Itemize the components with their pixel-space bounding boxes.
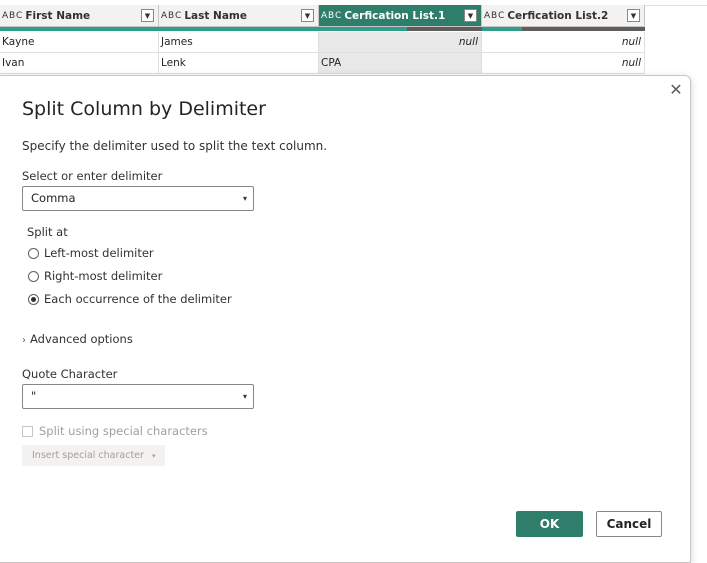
split-at-label: Split at: [27, 225, 68, 239]
text-type-icon[interactable]: A B C: [484, 11, 504, 21]
column-header[interactable]: A B C Last Name ▼: [159, 5, 319, 27]
column-header[interactable]: A B C Cerfication List.2 ▼: [482, 5, 645, 27]
advanced-options-label: Advanced options: [30, 332, 133, 346]
cancel-button[interactable]: Cancel: [596, 511, 662, 537]
column-header[interactable]: A B C Cerfication List.1 ▼: [319, 5, 482, 27]
radio-label: Left-most delimiter: [44, 246, 154, 260]
column-cerfication-list-1: A B C Cerfication List.1 ▼ null CPA: [319, 5, 482, 75]
column-header[interactable]: A B C First Name ▼: [0, 5, 159, 27]
text-type-icon[interactable]: A B C: [161, 11, 181, 21]
close-icon[interactable]: ✕: [668, 82, 684, 98]
chevron-down-icon: ▾: [151, 452, 156, 460]
table-cell[interactable]: CPA: [319, 53, 482, 74]
column-last-name: A B C Last Name ▼ James Lenk: [159, 5, 319, 75]
table-cell[interactable]: Ivan: [0, 53, 159, 74]
quality-empty-segment: [522, 27, 645, 31]
column-cerfication-list-2: A B C Cerfication List.2 ▼ null null: [482, 5, 645, 75]
filter-dropdown-icon[interactable]: ▼: [464, 9, 477, 22]
chevron-right-icon[interactable]: ›: [22, 335, 26, 346]
radio-label: Each occurrence of the delimiter: [44, 292, 232, 306]
table-cell[interactable]: null: [482, 53, 645, 74]
radio-button-selected[interactable]: [28, 293, 39, 305]
chevron-down-icon[interactable]: ▾: [243, 187, 247, 210]
special-characters-label: Split using special characters: [39, 424, 208, 438]
column-header-label: Last Name: [184, 9, 247, 22]
radio-left-most[interactable]: Left-most delimiter: [28, 246, 154, 260]
data-grid: A B C First Name ▼ Kayne Ivan A B C Last…: [0, 0, 707, 80]
delimiter-select-value: Comma: [31, 191, 76, 205]
advanced-options-toggle[interactable]: › Advanced options: [22, 332, 133, 346]
table-cell[interactable]: null: [482, 32, 645, 53]
special-characters-checkbox[interactable]: [22, 425, 33, 437]
column-header-label: First Name: [25, 9, 91, 22]
column-header-label: Cerfication List.2: [507, 9, 609, 22]
delimiter-select[interactable]: Comma ▾: [22, 186, 254, 211]
radio-each-occurrence[interactable]: Each occurrence of the delimiter: [28, 292, 232, 306]
quote-character-select[interactable]: " ▾: [22, 384, 254, 409]
dialog-title: Split Column by Delimiter: [22, 98, 266, 120]
text-type-icon[interactable]: A B C: [321, 11, 341, 21]
table-cell[interactable]: Kayne: [0, 32, 159, 53]
delimiter-label: Select or enter delimiter: [22, 169, 163, 183]
table-cell[interactable]: James: [159, 32, 319, 53]
split-column-dialog: ✕ Split Column by Delimiter Specify the …: [0, 75, 691, 563]
special-characters-option[interactable]: Split using special characters: [22, 424, 208, 438]
radio-button[interactable]: [28, 270, 39, 282]
text-type-icon[interactable]: A B C: [2, 11, 22, 21]
filter-dropdown-icon[interactable]: ▼: [301, 9, 314, 22]
insert-special-character-label: Insert special character: [32, 450, 144, 461]
quote-character-value: ": [31, 389, 37, 403]
column-quality-bar: [319, 27, 482, 31]
radio-right-most[interactable]: Right-most delimiter: [28, 269, 162, 283]
quality-empty-segment: [407, 27, 482, 31]
radio-button[interactable]: [28, 247, 39, 259]
column-first-name: A B C First Name ▼ Kayne Ivan: [0, 5, 159, 75]
radio-label: Right-most delimiter: [44, 269, 163, 283]
column-header-label: Cerfication List.1: [344, 9, 446, 22]
chevron-down-icon[interactable]: ▾: [243, 385, 247, 408]
insert-special-character-button[interactable]: Insert special character ▾: [22, 445, 166, 466]
ok-button[interactable]: OK: [516, 511, 583, 537]
quote-character-label: Quote Character: [22, 367, 118, 381]
column-quality-bar: [482, 27, 645, 31]
column-quality-bar: [159, 27, 319, 31]
table-cell[interactable]: null: [319, 32, 482, 53]
column-quality-bar: [0, 27, 159, 31]
table-cell[interactable]: Lenk: [159, 53, 319, 74]
dialog-description: Specify the delimiter used to split the …: [22, 139, 328, 153]
filter-dropdown-icon[interactable]: ▼: [141, 9, 154, 22]
filter-dropdown-icon[interactable]: ▼: [627, 9, 640, 22]
